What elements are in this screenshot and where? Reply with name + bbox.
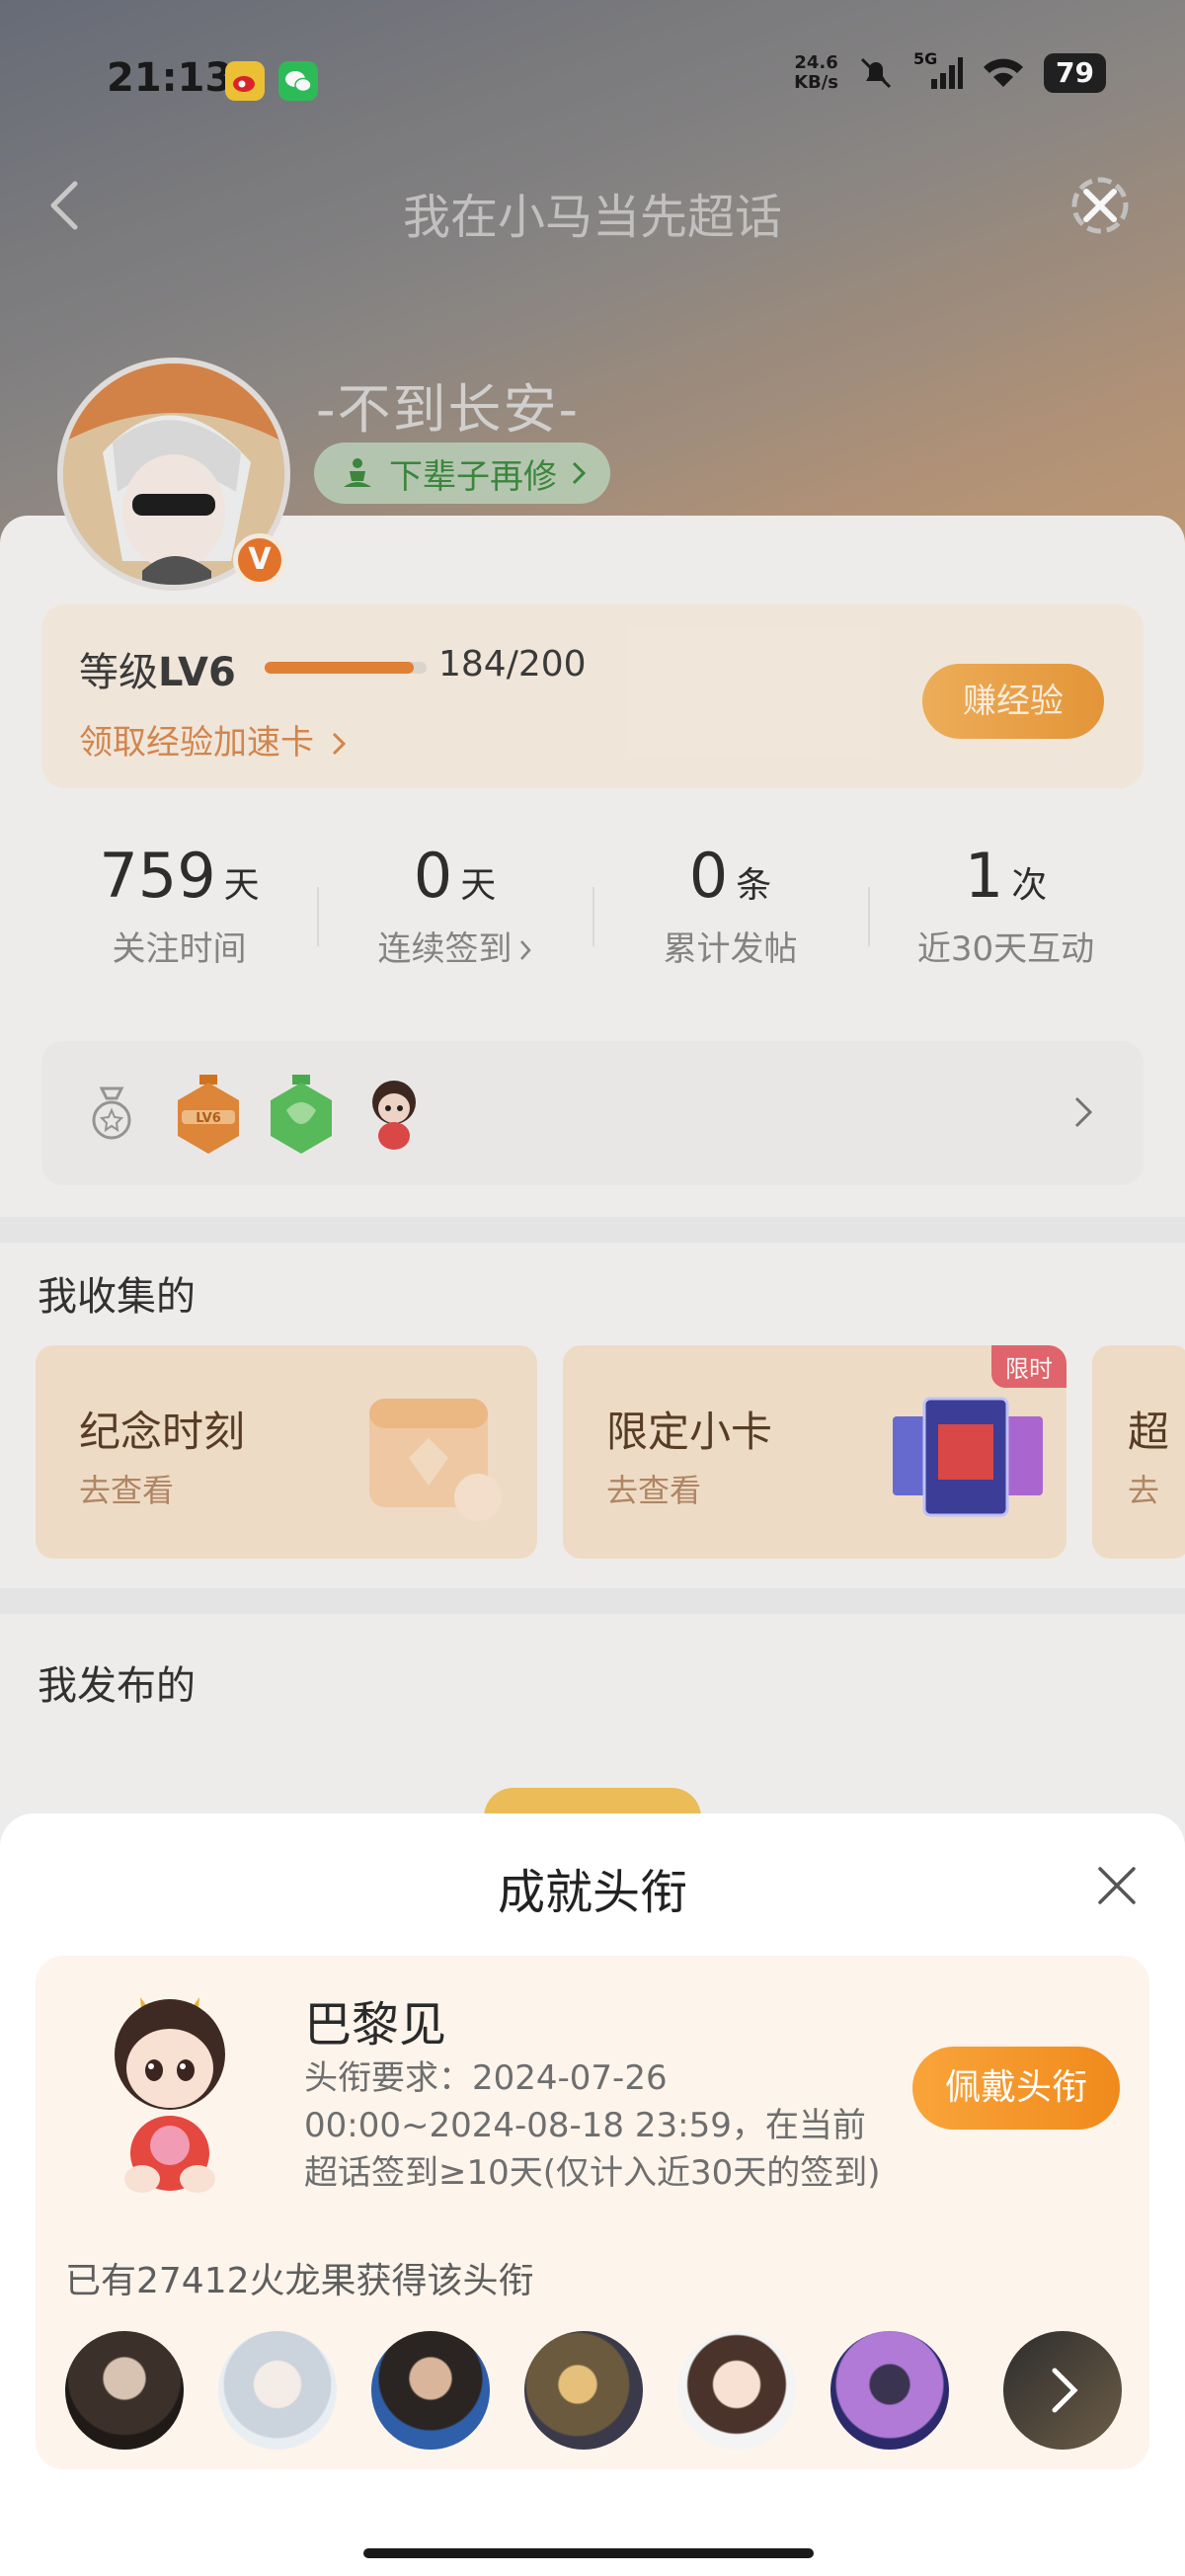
close-icon[interactable]: [1092, 1861, 1142, 1910]
weibo-icon: [225, 61, 265, 101]
battery-indicator: 79: [1044, 53, 1106, 93]
limited-tag: 限时: [991, 1345, 1066, 1388]
more-owners-button[interactable]: [1003, 2331, 1122, 2450]
owners-count: 已有27412火龙果获得该头衔: [65, 2261, 534, 2301]
title-sheet: 成就头衔 巴黎见 头衔要求：2024-07-26 00:00~2024-08-1…: [0, 1813, 1185, 2576]
wifi-icon: [984, 58, 1024, 87]
avatar[interactable]: [65, 2331, 184, 2450]
chevron-right-icon: [1052, 2368, 1078, 2413]
stat-checkin-streak[interactable]: 0天 连续签到: [317, 840, 592, 998]
svg-text:LV6: LV6: [196, 1111, 221, 1126]
top-bar: 我在小马当先超话: [0, 168, 1185, 247]
photo-cards-icon: [893, 1397, 1043, 1517]
section-divider: [0, 1217, 1185, 1243]
mute-bell-icon: [860, 57, 892, 89]
level-progress-text: 184/200: [438, 644, 587, 684]
earn-exp-button[interactable]: 赚经验: [922, 664, 1104, 739]
net-speed: 24.6 KB/s: [794, 52, 839, 93]
calendar-illustration-icon: [369, 1399, 502, 1521]
stats-row: 759 天 关注时间 0天 连续签到 0条 累计发帖 1次 近30天互动: [41, 840, 1144, 998]
avatar[interactable]: [830, 2331, 949, 2450]
section-divider: [0, 1588, 1185, 1614]
badge-strip[interactable]: LV6: [41, 1041, 1144, 1185]
level-box: 等级LV6 184/200 领取经验加速卡 赚经验: [41, 604, 1144, 788]
stat-follow-time: 759 天 关注时间: [99, 840, 260, 969]
stat-interactions: 1次 近30天互动: [868, 840, 1144, 998]
chibi-title-icon: [115, 1997, 225, 2193]
collection-card-limited[interactable]: 限定小卡 去查看 限时: [563, 1345, 1066, 1559]
cell-signal-icon: 5G: [913, 49, 964, 93]
status-right: 24.6 KB/s 5G 79: [794, 49, 1106, 93]
published-section: 我发布的: [0, 1614, 1185, 1827]
collection-card-moments[interactable]: 纪念时刻 去查看: [36, 1345, 537, 1559]
owners-avatars: [65, 2331, 1122, 2454]
avatar[interactable]: [218, 2331, 337, 2450]
stat-posts: 0条 累计发帖: [592, 840, 868, 998]
level-progress-bar: [265, 662, 427, 674]
title-card: 巴黎见 头衔要求：2024-07-26 00:00~2024-08-18 23:…: [36, 1956, 1149, 2469]
collection-card-third[interactable]: 超 去: [1092, 1345, 1185, 1559]
accel-card-link[interactable]: 领取经验加速卡: [79, 715, 347, 764]
wear-title-button[interactable]: 佩戴头衔: [912, 2047, 1120, 2130]
chevron-right-icon: [1074, 1096, 1093, 1128]
badge-name: 巴黎见: [304, 1997, 447, 2053]
avatar[interactable]: [524, 2331, 643, 2450]
level-badge-icon: LV6: [178, 1075, 239, 1154]
published-title: 我发布的: [38, 1663, 196, 1709]
avatar[interactable]: [677, 2331, 796, 2450]
verified-badge: V: [233, 533, 286, 587]
badge-requirement: 头衔要求：2024-07-26 00:00~2024-08-18 23:59，在…: [304, 2058, 881, 2193]
chevron-right-icon: [332, 732, 346, 756]
collections-title: 我收集的: [38, 1274, 196, 1320]
meditation-icon: [344, 458, 371, 487]
rank-label: 下辈子再修: [389, 456, 557, 497]
sheet-title: 成就头衔: [497, 1865, 687, 1920]
green-badge-icon: [271, 1075, 332, 1154]
chibi-badge-icon: [372, 1081, 416, 1150]
avatar[interactable]: [371, 2331, 490, 2450]
level-progress-fill: [265, 662, 414, 674]
status-bar: 21:13 24.6 KB/s 5G 79: [0, 49, 1185, 109]
nickname: -不到长安-: [316, 378, 580, 441]
settings-close-icon[interactable]: [1063, 168, 1138, 243]
page-title: 我在小马当先超话: [402, 190, 782, 245]
status-time: 21:13: [107, 55, 233, 101]
wechat-icon: [278, 61, 318, 101]
level-label: 等级LV6: [79, 650, 236, 695]
chevron-right-icon: [519, 940, 531, 960]
home-indicator: [363, 2548, 814, 2558]
chevron-right-icon: [572, 461, 587, 485]
rank-pill[interactable]: 下辈子再修: [314, 443, 610, 504]
medal-icon: [92, 1087, 131, 1140]
